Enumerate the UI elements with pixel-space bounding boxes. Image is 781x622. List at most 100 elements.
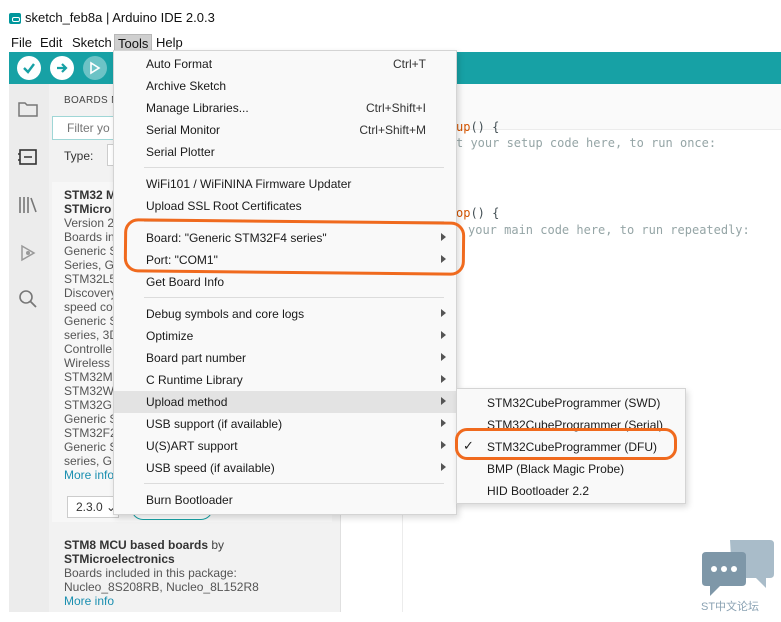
menu-item-label: Optimize [146, 329, 194, 343]
version-select[interactable]: 2.3.0 ⌄ [67, 496, 119, 518]
more-info-link[interactable]: More info [64, 594, 332, 608]
code-comment: t your setup code here, to run once: [456, 136, 717, 150]
debug-side-icon[interactable] [17, 242, 39, 264]
submenu-arrow-icon [441, 419, 446, 427]
menu-item-label: Burn Bootloader [146, 493, 233, 507]
panel-title: BOARDS M [64, 95, 120, 106]
menu-item-label: USB support (if available) [146, 417, 283, 431]
checkmark-icon: ✓ [463, 438, 474, 453]
menu-separator [144, 167, 444, 168]
menu-item-label: Board: "Generic STM32F4 series" [146, 231, 327, 245]
upload-method-submenu: STM32CubeProgrammer (SWD) STM32CubeProgr… [456, 388, 686, 504]
version-row: 2.3.0 ⌄ [67, 495, 119, 519]
submenu-arrow-icon [441, 255, 446, 263]
menu-item-label: Port: "COM1" [146, 253, 218, 267]
upload-option-label: HID Bootloader 2.2 [487, 484, 590, 498]
menu-item-usart-support[interactable]: U(S)ART support [114, 435, 456, 457]
upload-option-label: STM32CubeProgrammer (Serial) [487, 418, 664, 432]
menu-item-label: USB speed (if available) [146, 461, 275, 475]
version-value: 2.3.0 [76, 500, 103, 514]
card2-maker: STMicroelectronics [64, 552, 175, 566]
boards-manager-icon[interactable] [17, 146, 39, 168]
code-comment: your main code here, to run repeatedly: [468, 223, 750, 237]
menu-item-board[interactable]: Board: "Generic STM32F4 series" [114, 227, 456, 249]
menu-item-serial-plotter[interactable]: Serial Plotter [114, 141, 456, 163]
search-icon[interactable] [17, 288, 39, 310]
menu-help[interactable]: Help [153, 34, 186, 51]
menu-edit[interactable]: Edit [37, 34, 65, 51]
menu-item-label: Serial Plotter [146, 145, 215, 159]
window-title: sketch_feb8a | Arduino IDE 2.0.3 [25, 10, 215, 25]
code-line: t your setup code here, to run once: [456, 136, 716, 150]
upload-option-bmp[interactable]: BMP (Black Magic Probe) [457, 458, 685, 480]
tools-menu: Auto Format Ctrl+T Archive Sketch Manage … [113, 50, 457, 515]
upload-button[interactable] [50, 56, 74, 80]
upload-option-label: STM32CubeProgrammer (SWD) [487, 396, 661, 410]
menu-item-label: Manage Libraries... [146, 101, 249, 115]
folder-icon[interactable] [17, 98, 39, 120]
menu-item-board-part-number[interactable]: Board part number [114, 347, 456, 369]
code-line: up() { [456, 120, 499, 134]
menu-item-debug-symbols[interactable]: Debug symbols and core logs [114, 303, 456, 325]
upload-option-serial[interactable]: STM32CubeProgrammer (Serial) [457, 414, 685, 436]
menu-item-label: C Runtime Library [146, 373, 243, 387]
menu-item-auto-format[interactable]: Auto Format Ctrl+T [114, 53, 456, 75]
submenu-arrow-icon [441, 441, 446, 449]
card2-title-line: STM8 MCU based boards by [64, 538, 332, 552]
menu-separator [144, 483, 444, 484]
menu-item-label: Archive Sketch [146, 79, 227, 93]
code-keyword: op [456, 206, 471, 220]
code-line: op() { [456, 206, 499, 220]
menu-separator [144, 221, 444, 222]
menu-item-label: Auto Format [146, 57, 213, 71]
menu-item-c-runtime-library[interactable]: C Runtime Library [114, 369, 456, 391]
menu-item-label: Serial Monitor [146, 123, 221, 137]
menu-item-upload-ssl[interactable]: Upload SSL Root Certificates [114, 195, 456, 217]
code-text: () { [470, 206, 500, 220]
debug-button[interactable] [83, 56, 107, 80]
menu-item-burn-bootloader[interactable]: Burn Bootloader [114, 489, 456, 511]
menu-item-shortcut: Ctrl+Shift+I [365, 101, 426, 115]
menu-item-firmware-updater[interactable]: WiFi101 / WiFiNINA Firmware Updater [114, 173, 456, 195]
code-line: your main code here, to run repeatedly: [468, 223, 750, 237]
submenu-arrow-icon [441, 233, 446, 241]
submenu-arrow-icon [441, 397, 446, 405]
menu-item-shortcut: Ctrl+Shift+M [359, 123, 426, 137]
side-rail [9, 84, 49, 612]
arrow-right-icon [57, 63, 68, 73]
menu-item-port[interactable]: Port: "COM1" [114, 249, 456, 271]
menu-item-label: Board part number [146, 351, 247, 365]
card2-boards: Nucleo_8S208RB, Nucleo_8L152R8 [64, 580, 259, 594]
menu-item-archive-sketch[interactable]: Archive Sketch [114, 75, 456, 97]
code-keyword: up [456, 120, 471, 134]
menu-item-usb-support[interactable]: USB support (if available) [114, 413, 456, 435]
board-card-stm8: STM8 MCU based boards by STMicroelectron… [52, 530, 332, 612]
menu-sketch[interactable]: Sketch [69, 34, 115, 51]
upload-option-hid[interactable]: HID Bootloader 2.2 [457, 480, 685, 502]
upload-option-dfu[interactable]: ✓ STM32CubeProgrammer (DFU) [457, 436, 685, 458]
menu-file[interactable]: File [8, 34, 35, 51]
upload-option-swd[interactable]: STM32CubeProgrammer (SWD) [457, 392, 685, 414]
menu-item-label: Debug symbols and core logs [146, 307, 305, 321]
verify-button[interactable] [17, 56, 41, 80]
watermark-text: ST中文论坛 [701, 601, 760, 613]
menu-bar: File Edit Sketch Tools Help [0, 32, 781, 53]
menu-item-upload-method[interactable]: Upload method [114, 391, 456, 413]
card2-title: STM8 MCU based boards [64, 538, 209, 552]
menu-item-label: U(S)ART support [146, 439, 238, 453]
menu-item-usb-speed[interactable]: USB speed (if available) [114, 457, 456, 479]
menu-separator [144, 297, 444, 298]
submenu-arrow-icon [441, 353, 446, 361]
menu-item-label: WiFi101 / WiFiNINA Firmware Updater [146, 177, 352, 191]
library-icon[interactable] [17, 194, 39, 216]
menu-item-optimize[interactable]: Optimize [114, 325, 456, 347]
debug-icon [90, 61, 101, 75]
menu-item-serial-monitor[interactable]: Serial Monitor Ctrl+Shift+M [114, 119, 456, 141]
menu-item-shortcut: Ctrl+T [393, 57, 426, 71]
menu-item-label: Get Board Info [146, 275, 225, 289]
menu-item-get-board-info[interactable]: Get Board Info [114, 271, 456, 293]
title-bar: sketch_feb8a | Arduino IDE 2.0.3 [0, 0, 781, 32]
type-label: Type: [64, 149, 94, 163]
menu-item-manage-libraries[interactable]: Manage Libraries... Ctrl+Shift+I [114, 97, 456, 119]
upload-option-label: STM32CubeProgrammer (DFU) [487, 440, 658, 454]
